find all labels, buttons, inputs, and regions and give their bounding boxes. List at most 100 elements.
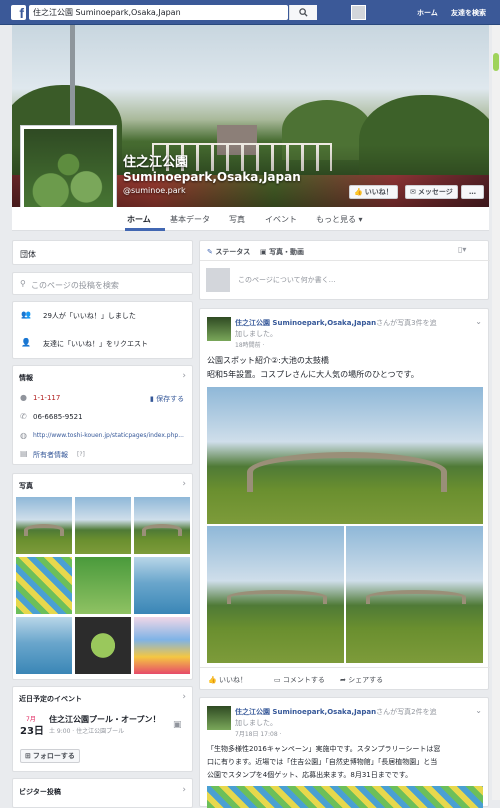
search-input[interactable]: 住之江公園 Suminoepark,Osaka,Japan [29,5,317,20]
divider [200,260,490,261]
post-timestamp[interactable]: 7月18日 17:08 · [235,729,281,738]
scrollbar[interactable] [492,25,500,800]
audience-selector-icon[interactable]: ▯▾ [458,245,466,254]
post-options-chevron-icon[interactable]: ⌄ [475,317,482,326]
bridge-shape [142,524,182,536]
composer-card: ✎ ステータス ▣ 写真・動画 ▯▾ このページについて何か書く… [199,240,490,300]
search-button[interactable] [289,5,317,20]
page-category: 団体 [20,250,36,259]
user-avatar[interactable] [351,5,366,20]
page-tabs: ホーム 基本データ 写真 イベント もっと見る ▾ [12,207,489,231]
event-title[interactable]: 住之江公園プール・オープン！ [49,714,161,725]
post-photo-right[interactable] [346,526,483,663]
status-tab-label: ステータス [215,248,251,256]
chevron-right-icon[interactable]: › [182,371,186,381]
like-post-label: いいね！ [218,676,247,684]
photo-thumbnail[interactable] [16,557,72,614]
post-author-avatar[interactable] [207,706,231,730]
post-author-link[interactable]: 住之江公園 Suminoepark,Osaka,Japan [235,319,376,327]
address-text[interactable]: 1-1-117 [33,394,60,402]
photo-thumbnail[interactable] [134,617,190,674]
website-link[interactable]: http://www.toshi-kouen.jp/staticpages/in… [33,432,189,439]
divider [200,667,490,668]
event-day: 23日 [20,726,44,737]
post-author-link[interactable]: 住之江公園 Suminoepark,Osaka,Japan [235,708,376,716]
comment-button[interactable]: ▭ コメントする [274,675,325,685]
photo-thumbnail[interactable] [75,557,131,614]
owner-info-help[interactable]: [?] [77,451,85,458]
calendar-add-icon[interactable]: ▣ [173,720,182,730]
post-card: 住之江公園 Suminoepark,Osaka,Japanさんが写真2件を追 加し… [199,697,489,808]
status-tab[interactable]: ✎ ステータス [207,247,250,257]
photo-thumbnail[interactable] [75,497,131,554]
info-header[interactable]: 情報 [19,373,33,383]
facebook-logo-icon[interactable]: f [11,5,26,20]
follow-event-button[interactable]: ⊞ フォローする [20,749,80,763]
photo-thumbnail[interactable] [16,617,72,674]
owner-info-link[interactable]: 所有者情報 [33,450,68,460]
bridge-shape [247,452,447,492]
info-card: 情報 › ● 1-1-117 ▮ 保存する ✆ 06-6685-9521 ◍ h… [12,365,193,465]
photos-header[interactable]: 写真 [19,481,33,491]
page-handle[interactable]: @suminoe.park [123,186,186,195]
active-tab-indicator [125,228,165,231]
share-button[interactable]: ➦ シェアする [340,675,383,685]
more-options-button[interactable]: … [461,185,484,199]
search-icon [299,8,308,17]
photo-video-tab[interactable]: ▣ 写真・動画 [260,247,304,257]
post-photo-large[interactable] [207,387,483,524]
post-header-text: 住之江公園 Suminoepark,Osaka,Japanさんが写真3件を追 加し… [235,318,475,340]
find-friends-link[interactable]: 友達を検索 [451,8,486,18]
like-page-button[interactable]: 👍 いいね！ [349,185,398,199]
events-header[interactable]: 近日予定のイベント [19,694,82,704]
photo-thumbnail[interactable] [16,497,72,554]
invite-friends-link[interactable]: 友達に「いいね！」をリクエスト [43,339,148,349]
bridge-shape [366,590,466,604]
photo-thumbnail[interactable] [134,557,190,614]
like-page-label: いいね！ [364,188,393,196]
post-author-avatar[interactable] [207,317,231,341]
message-label: メッセージ [417,188,453,196]
follow-icon: ⊞ [25,752,31,760]
message-button[interactable]: ✉ メッセージ [405,185,458,199]
composer-input[interactable]: このページについて何か書く… [238,275,336,285]
photos-card: 写真 › [12,473,193,680]
location-pin-icon: ● [20,393,27,402]
post-options-chevron-icon[interactable]: ⌄ [475,706,482,715]
thumbs-up-icon: 👍 [354,188,363,196]
visitor-posts-header[interactable]: ビジター投稿 [19,787,61,797]
tab-more-label: もっと見る [316,215,356,224]
tab-about[interactable]: 基本データ [170,214,210,225]
cover-pole [70,25,75,135]
comment-icon: ▭ [274,676,281,684]
chevron-right-icon[interactable]: › [182,479,186,489]
likes-count[interactable]: 29人が「いいね！」しました [43,311,136,321]
phone-number[interactable]: 06-6685-9521 [33,413,83,421]
tab-more[interactable]: もっと見る ▾ [316,214,363,225]
post-photo-left[interactable] [207,526,344,663]
post-photo-large[interactable] [207,786,483,808]
like-post-button[interactable]: 👍 いいね！ [208,675,247,685]
save-link-label: 保存する [156,395,185,403]
pencil-icon: ✎ [207,248,213,256]
page-title[interactable]: 住之江公園 [123,151,188,170]
camera-icon: ▣ [260,248,267,256]
page-post-search[interactable]: ⚲ このページの投稿を検索 [12,272,193,295]
photo-thumbnail[interactable] [134,497,190,554]
photo-thumbnail[interactable] [75,617,131,674]
home-link[interactable]: ホーム [417,8,438,18]
tab-events[interactable]: イベント [265,214,297,225]
save-link[interactable]: ▮ 保存する [150,394,184,404]
scrollbar-thumb[interactable] [493,53,499,71]
post-line-3: 公園でスタンプを4個ゲット、応募出来ます。8月31日までです。 [207,771,413,779]
tab-home[interactable]: ホーム [127,214,151,225]
tab-photos[interactable]: 写真 [229,214,245,225]
globe-icon: ◍ [20,431,27,440]
composer-avatar [206,268,230,292]
post-action-text: さんが写真3件を追 [376,319,437,327]
people-icon: 👥 [21,310,31,319]
follow-label: フォローする [32,752,75,760]
chevron-right-icon[interactable]: › [182,692,186,702]
chevron-right-icon[interactable]: › [182,785,186,795]
post-timestamp[interactable]: 18時間前 · [235,340,264,349]
